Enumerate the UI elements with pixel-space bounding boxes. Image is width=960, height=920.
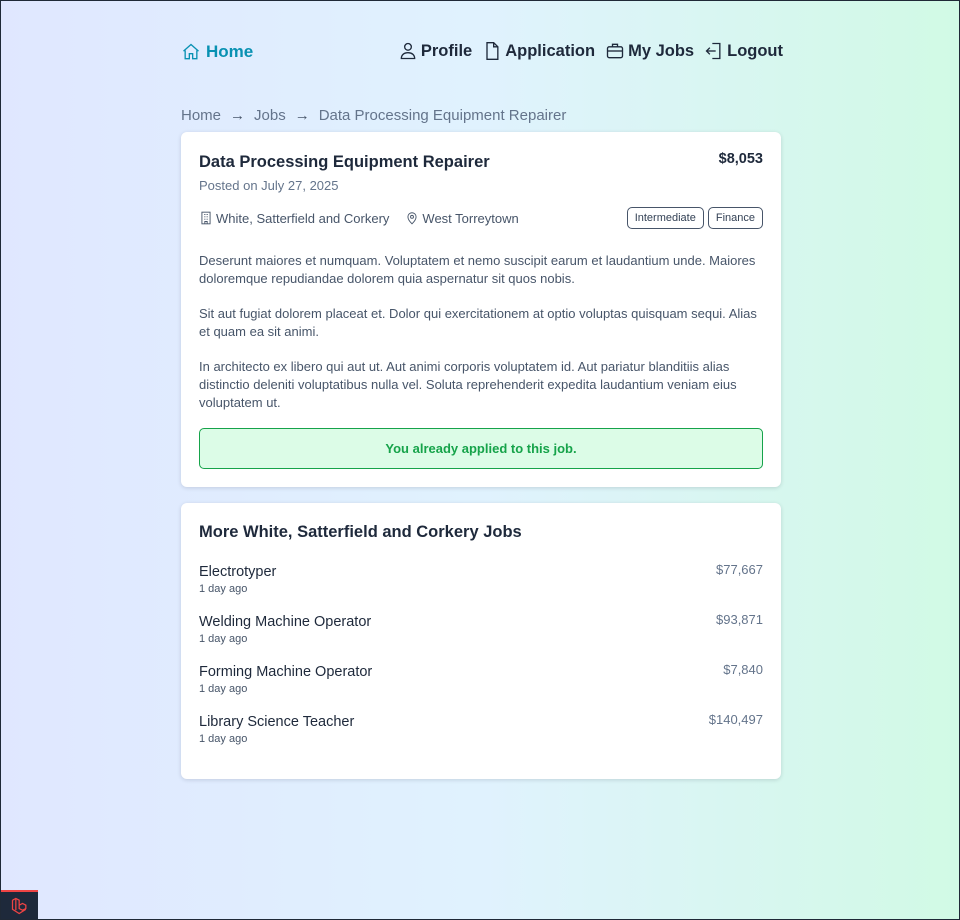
nav-my-jobs-link[interactable]: My Jobs: [605, 41, 694, 61]
nav-home-link[interactable]: Home: [181, 42, 253, 62]
job-item-salary: $93,871: [716, 612, 763, 627]
description-paragraph: In architecto ex libero qui aut ut. Aut …: [199, 359, 737, 410]
nav-application-link[interactable]: Application: [482, 41, 595, 61]
briefcase-icon: [606, 43, 624, 59]
more-jobs-card: More White, Satterfield and Corkery Jobs…: [181, 503, 781, 779]
document-icon: [486, 42, 499, 60]
job-item-time: 1 day ago: [199, 633, 248, 645]
job-title: Data Processing Equipment Repairer: [199, 153, 490, 171]
home-icon: [183, 43, 199, 60]
breadcrumb-jobs[interactable]: Jobs: [254, 107, 286, 124]
location-name: West Torreytown: [422, 210, 519, 226]
job-item-time: 1 day ago: [199, 733, 248, 745]
breadcrumb: Home → Jobs → Data Processing Equipment …: [181, 105, 781, 125]
nav-profile-link[interactable]: Profile: [398, 41, 472, 61]
company-name: White, Satterfield and Corkery: [216, 210, 390, 226]
nav-home-label: Home: [206, 42, 254, 61]
nav-logout-link[interactable]: Logout: [704, 41, 783, 61]
tag-category[interactable]: Finance: [707, 207, 763, 229]
nav-application-label: Application: [505, 41, 596, 60]
applied-notice: You already applied to this job.: [199, 428, 763, 469]
job-item-name[interactable]: Library Science Teacher: [199, 714, 354, 730]
job-item-salary: $7,840: [723, 662, 763, 677]
map-pin-icon: [407, 212, 417, 225]
nav-my-jobs-label: My Jobs: [628, 41, 695, 60]
breadcrumb-home[interactable]: Home: [181, 107, 221, 124]
debugbar-toggle[interactable]: [1, 890, 38, 919]
logout-icon: [705, 42, 721, 60]
job-item-name[interactable]: Electrotyper: [199, 564, 276, 580]
job-item-time: 1 day ago: [199, 583, 248, 595]
location-info: West Torreytown: [405, 210, 519, 226]
breadcrumb-arrow-icon: →: [294, 106, 310, 124]
laravel-logo-icon: [11, 897, 26, 914]
list-item[interactable]: Library Science Teacher 1 day ago $140,4…: [199, 712, 763, 748]
description-paragraph: Deserunt maiores et numquam. Voluptatem …: [199, 253, 756, 286]
more-jobs-title: More White, Satterfield and Corkery Jobs: [199, 523, 522, 541]
job-tags: Intermediate Finance: [626, 207, 763, 229]
nav-profile-label: Profile: [420, 41, 473, 60]
job-description: Deserunt maiores et numquam. Voluptatem …: [199, 252, 763, 412]
top-nav: Home Profile Application My Jobs Logout: [181, 1, 783, 105]
job-item-salary: $77,667: [716, 562, 763, 577]
job-detail-card: Data Processing Equipment Repairer Poste…: [181, 132, 781, 487]
job-item-name[interactable]: Forming Machine Operator: [199, 664, 372, 680]
job-salary: $8,053: [718, 151, 763, 167]
building-icon: [201, 211, 211, 225]
list-item[interactable]: Forming Machine Operator 1 day ago $7,84…: [199, 662, 763, 698]
list-item[interactable]: Welding Machine Operator 1 day ago $93,8…: [199, 612, 763, 648]
nav-logout-label: Logout: [727, 41, 783, 60]
nav-menu: Profile Application My Jobs Logout: [398, 41, 783, 61]
page-container: Home Profile Application My Jobs Logout …: [181, 1, 783, 779]
description-paragraph: Sit aut fugiat dolorem placeat et. Dolor…: [199, 306, 757, 339]
company-info: White, Satterfield and Corkery: [199, 211, 389, 226]
job-item-time: 1 day ago: [199, 683, 248, 695]
job-item-salary: $140,497: [708, 712, 763, 727]
user-icon: [400, 42, 416, 60]
job-item-name[interactable]: Welding Machine Operator: [199, 614, 371, 630]
posted-date: Posted on July 27, 2025: [199, 178, 339, 193]
breadcrumb-current: Data Processing Equipment Repairer: [318, 106, 567, 124]
breadcrumb-arrow-icon: →: [230, 106, 246, 124]
tag-experience[interactable]: Intermediate: [626, 207, 704, 229]
list-item[interactable]: Electrotyper 1 day ago $77,667: [199, 562, 763, 598]
